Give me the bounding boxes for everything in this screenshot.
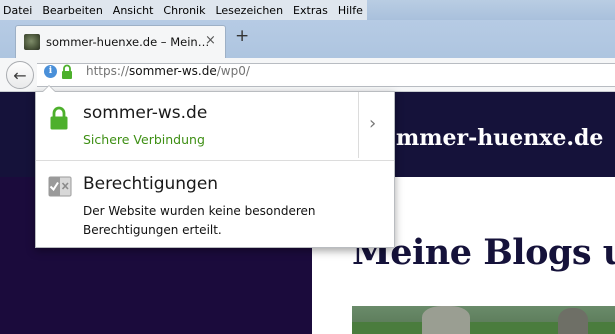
menu-extras[interactable]: Extras xyxy=(293,4,328,17)
tab-title: sommer-huenxe.de – Mein… xyxy=(46,35,210,49)
secure-connection-label: Sichere Verbindung xyxy=(83,132,205,147)
url-path: /wp0/ xyxy=(216,64,250,78)
permissions-title: Berechtigungen xyxy=(83,174,219,194)
menu-chronik[interactable]: Chronik xyxy=(163,4,205,17)
close-tab-icon[interactable]: × xyxy=(205,33,216,48)
lock-icon xyxy=(50,106,68,130)
url-scheme: https:// xyxy=(86,64,130,78)
site-title[interactable]: mmer-huenxe.de xyxy=(396,125,603,151)
tab-strip: sommer-huenxe.de – Mein… × + xyxy=(0,20,615,58)
permissions-description: Der Website wurden keine besonderen Bere… xyxy=(83,204,316,237)
url-text[interactable]: https://sommer-ws.de/wp0/ xyxy=(86,64,250,78)
menu-datei[interactable]: Datei xyxy=(3,4,32,17)
menu-hilfe[interactable]: Hilfe xyxy=(338,4,363,17)
menu-bearbeiten[interactable]: Bearbeiten xyxy=(42,4,102,17)
menu-ansicht[interactable]: Ansicht xyxy=(113,4,154,17)
popup-arrow-fill xyxy=(43,86,55,92)
url-host: sommer-ws.de xyxy=(129,64,217,78)
menu-bar: Datei Bearbeiten Ansicht Chronik Lesezei… xyxy=(0,0,367,20)
permissions-icon xyxy=(48,176,72,197)
chevron-right-icon[interactable]: › xyxy=(369,113,376,134)
site-info-icon[interactable]: i xyxy=(44,65,57,78)
back-button[interactable]: ← xyxy=(6,61,34,89)
browser-tab[interactable]: sommer-huenxe.de – Mein… × xyxy=(15,25,226,58)
divider xyxy=(358,92,359,158)
lock-icon[interactable] xyxy=(61,64,73,80)
divider xyxy=(36,160,394,161)
site-identity-popup: sommer-ws.de Sichere Verbindung › Berech… xyxy=(35,91,395,248)
new-tab-button[interactable]: + xyxy=(235,26,249,46)
security-section[interactable]: sommer-ws.de Sichere Verbindung xyxy=(36,92,358,160)
popup-host: sommer-ws.de xyxy=(83,103,208,123)
site-favicon-icon xyxy=(24,34,40,50)
blog-image xyxy=(352,306,615,334)
menu-lesezeichen[interactable]: Lesezeichen xyxy=(215,4,283,17)
back-arrow-icon: ← xyxy=(13,65,27,85)
